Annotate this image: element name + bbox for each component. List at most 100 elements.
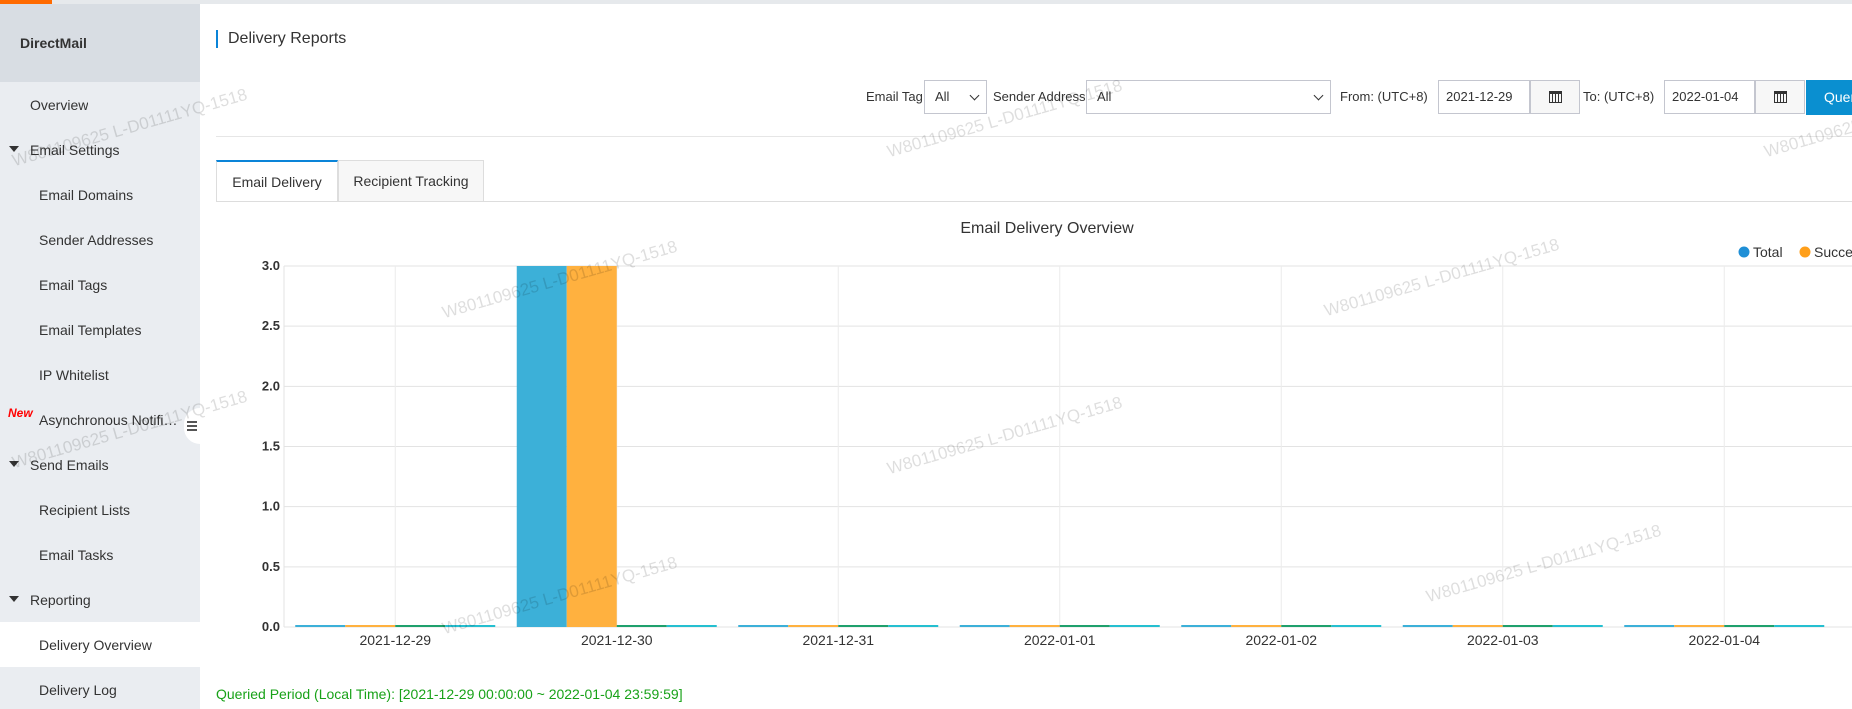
- sidebar-item-label: Email Settings: [30, 141, 120, 158]
- x-tick-label: 2022-01-01: [1024, 632, 1096, 648]
- sender-address-label: Sender Address: [993, 89, 1086, 104]
- bar-invalid-2021-12-29: [445, 625, 496, 627]
- bar-total-2021-12-31: [738, 625, 789, 627]
- email-tag-label: Email Tag: [866, 89, 923, 104]
- y-tick-label: 3.0: [262, 258, 280, 273]
- from-date-input[interactable]: 2021-12-29: [1438, 80, 1530, 114]
- filter-bar: Email Tag All Sender Address All From: (…: [200, 77, 1852, 115]
- sender-address-value: All: [1097, 89, 1112, 104]
- sidebar-item-label: Delivery Overview: [39, 636, 152, 653]
- sidebar-item-delivery-log[interactable]: Delivery Log: [0, 667, 200, 709]
- sidebar-item-email-templates[interactable]: Email Templates: [0, 307, 200, 352]
- sidebar-title: DirectMail: [0, 4, 200, 82]
- sidebar-group-reporting[interactable]: Reporting: [0, 577, 200, 622]
- sidebar-item-label: Recipient Lists: [39, 501, 131, 518]
- bar-invalid-2022-01-03: [1552, 625, 1603, 627]
- sidebar-item-overview[interactable]: Overview: [0, 82, 200, 127]
- bar-failed-2022-01-03: [1502, 625, 1553, 627]
- x-tick-label: 2021-12-29: [359, 632, 431, 648]
- sidebar-item-label: Sender Addresses: [39, 231, 154, 248]
- queried-period-note: Queried Period (Local Time): [2021-12-29…: [216, 686, 683, 702]
- bar-invalid-2021-12-31: [888, 625, 939, 627]
- from-calendar-button[interactable]: [1530, 80, 1580, 114]
- sidebar-item-email-tags[interactable]: Email Tags: [0, 262, 200, 307]
- bar-total-2022-01-02: [1181, 625, 1232, 627]
- bar-failed-2021-12-31: [838, 625, 889, 627]
- sender-address-select[interactable]: All: [1086, 80, 1331, 114]
- main-content: Delivery Reports Email Tag All Sender Ad…: [200, 4, 1852, 709]
- bar-failed-2021-12-30: [616, 625, 667, 627]
- query-button[interactable]: Quer: [1806, 80, 1852, 115]
- x-tick-label: 2022-01-02: [1245, 632, 1317, 648]
- y-tick-label: 0.5: [262, 559, 280, 574]
- bar-successful-2022-01-03: [1452, 625, 1503, 627]
- chevron-down-icon: [969, 90, 980, 101]
- to-calendar-button[interactable]: [1755, 80, 1805, 114]
- sidebar-item-email-tasks[interactable]: Email Tasks: [0, 532, 200, 577]
- sidebar-item-label: Email Domains: [39, 186, 134, 203]
- sidebar-item-sender-addresses[interactable]: Sender Addresses: [0, 217, 200, 262]
- sidebar-item-label: Overview: [30, 96, 89, 113]
- menu-icon: [187, 421, 197, 431]
- bar-total-2022-01-04: [1624, 625, 1675, 627]
- bar-successful-2021-12-31: [788, 625, 839, 627]
- y-tick-label: 2.0: [262, 378, 280, 393]
- x-tick-label: 2022-01-04: [1688, 632, 1760, 648]
- legend-swatch-total: [1738, 246, 1750, 258]
- sidebar-item-label: Reporting: [30, 591, 91, 608]
- sidebar-item-label: Email Tags: [39, 276, 108, 293]
- email-tag-value: All: [935, 89, 950, 104]
- legend-swatch-successful: [1799, 246, 1811, 258]
- y-tick-label: 1.0: [262, 499, 280, 514]
- tab-email-delivery[interactable]: Email Delivery: [216, 160, 338, 202]
- sidebar-item-recipient-lists[interactable]: Recipient Lists: [0, 487, 200, 532]
- bar-successful-2022-01-02: [1231, 625, 1282, 627]
- sidebar-group-email-settings[interactable]: Email Settings: [0, 127, 200, 172]
- sidebar-item-label: IP Whitelist: [39, 366, 109, 383]
- bar-invalid-2022-01-01: [1109, 625, 1160, 627]
- sidebar-item-email-domains[interactable]: Email Domains: [0, 172, 200, 217]
- bar-failed-2022-01-02: [1281, 625, 1332, 627]
- caret-down-icon: [9, 145, 19, 152]
- email-tag-select[interactable]: All: [924, 80, 987, 114]
- bar-total-2022-01-03: [1402, 625, 1453, 627]
- bar-total-2021-12-30: [516, 266, 567, 627]
- sidebar-nav: Overview Email Settings Email Domains Se…: [0, 82, 200, 709]
- x-tick-label: 2022-01-03: [1467, 632, 1539, 648]
- from-date-value: 2021-12-29: [1446, 89, 1513, 104]
- legend-label-successful: Successful: [1814, 244, 1852, 260]
- filter-divider: [216, 136, 1852, 137]
- bar-successful-2022-01-04: [1674, 625, 1725, 627]
- x-tick-label: 2021-12-31: [802, 632, 874, 648]
- new-badge: New: [8, 406, 33, 420]
- to-date-input[interactable]: 2022-01-04: [1664, 80, 1755, 114]
- calendar-icon: [1548, 91, 1562, 103]
- bar-invalid-2022-01-02: [1331, 625, 1382, 627]
- bar-invalid-2022-01-04: [1774, 625, 1825, 627]
- bar-failed-2022-01-04: [1724, 625, 1775, 627]
- sidebar: DirectMail Overview Email Settings Email…: [0, 4, 200, 709]
- sidebar-item-label: Delivery Log: [39, 681, 117, 698]
- from-label: From: (UTC+8): [1340, 89, 1428, 104]
- bar-total-2021-12-29: [295, 625, 346, 627]
- bar-successful-2022-01-01: [1009, 625, 1060, 627]
- y-tick-label: 2.5: [262, 318, 280, 333]
- chart-svg: Email Delivery Overview 0.0 0.5 1.0 1.5 2.0 2.…: [262, 220, 1852, 648]
- sidebar-item-delivery-overview[interactable]: Delivery Overview: [0, 622, 200, 667]
- email-delivery-chart: Email Delivery Overview 0.0 0.5 1.0 1.5 2.0 2.…: [200, 209, 1852, 649]
- sidebar-item-async-notifications[interactable]: New Asynchronous Notific...: [0, 397, 200, 442]
- y-tick-label: 0.0: [262, 619, 280, 634]
- tabs-underline: [216, 201, 1852, 202]
- chevron-down-icon: [1313, 90, 1324, 101]
- bar-failed-2022-01-01: [1059, 625, 1110, 627]
- to-date-value: 2022-01-04: [1672, 89, 1739, 104]
- bar-failed-2021-12-29: [395, 625, 446, 627]
- bar-successful-2021-12-29: [345, 625, 396, 627]
- sidebar-item-ip-whitelist[interactable]: IP Whitelist: [0, 352, 200, 397]
- bar-successful-2021-12-30: [566, 266, 617, 627]
- sidebar-item-label: Asynchronous Notific...: [39, 411, 179, 428]
- sidebar-group-send-emails[interactable]: Send Emails: [0, 442, 200, 487]
- page-title: Delivery Reports: [216, 30, 346, 48]
- tab-recipient-tracking[interactable]: Recipient Tracking: [338, 160, 484, 202]
- x-tick-label: 2021-12-30: [581, 632, 653, 648]
